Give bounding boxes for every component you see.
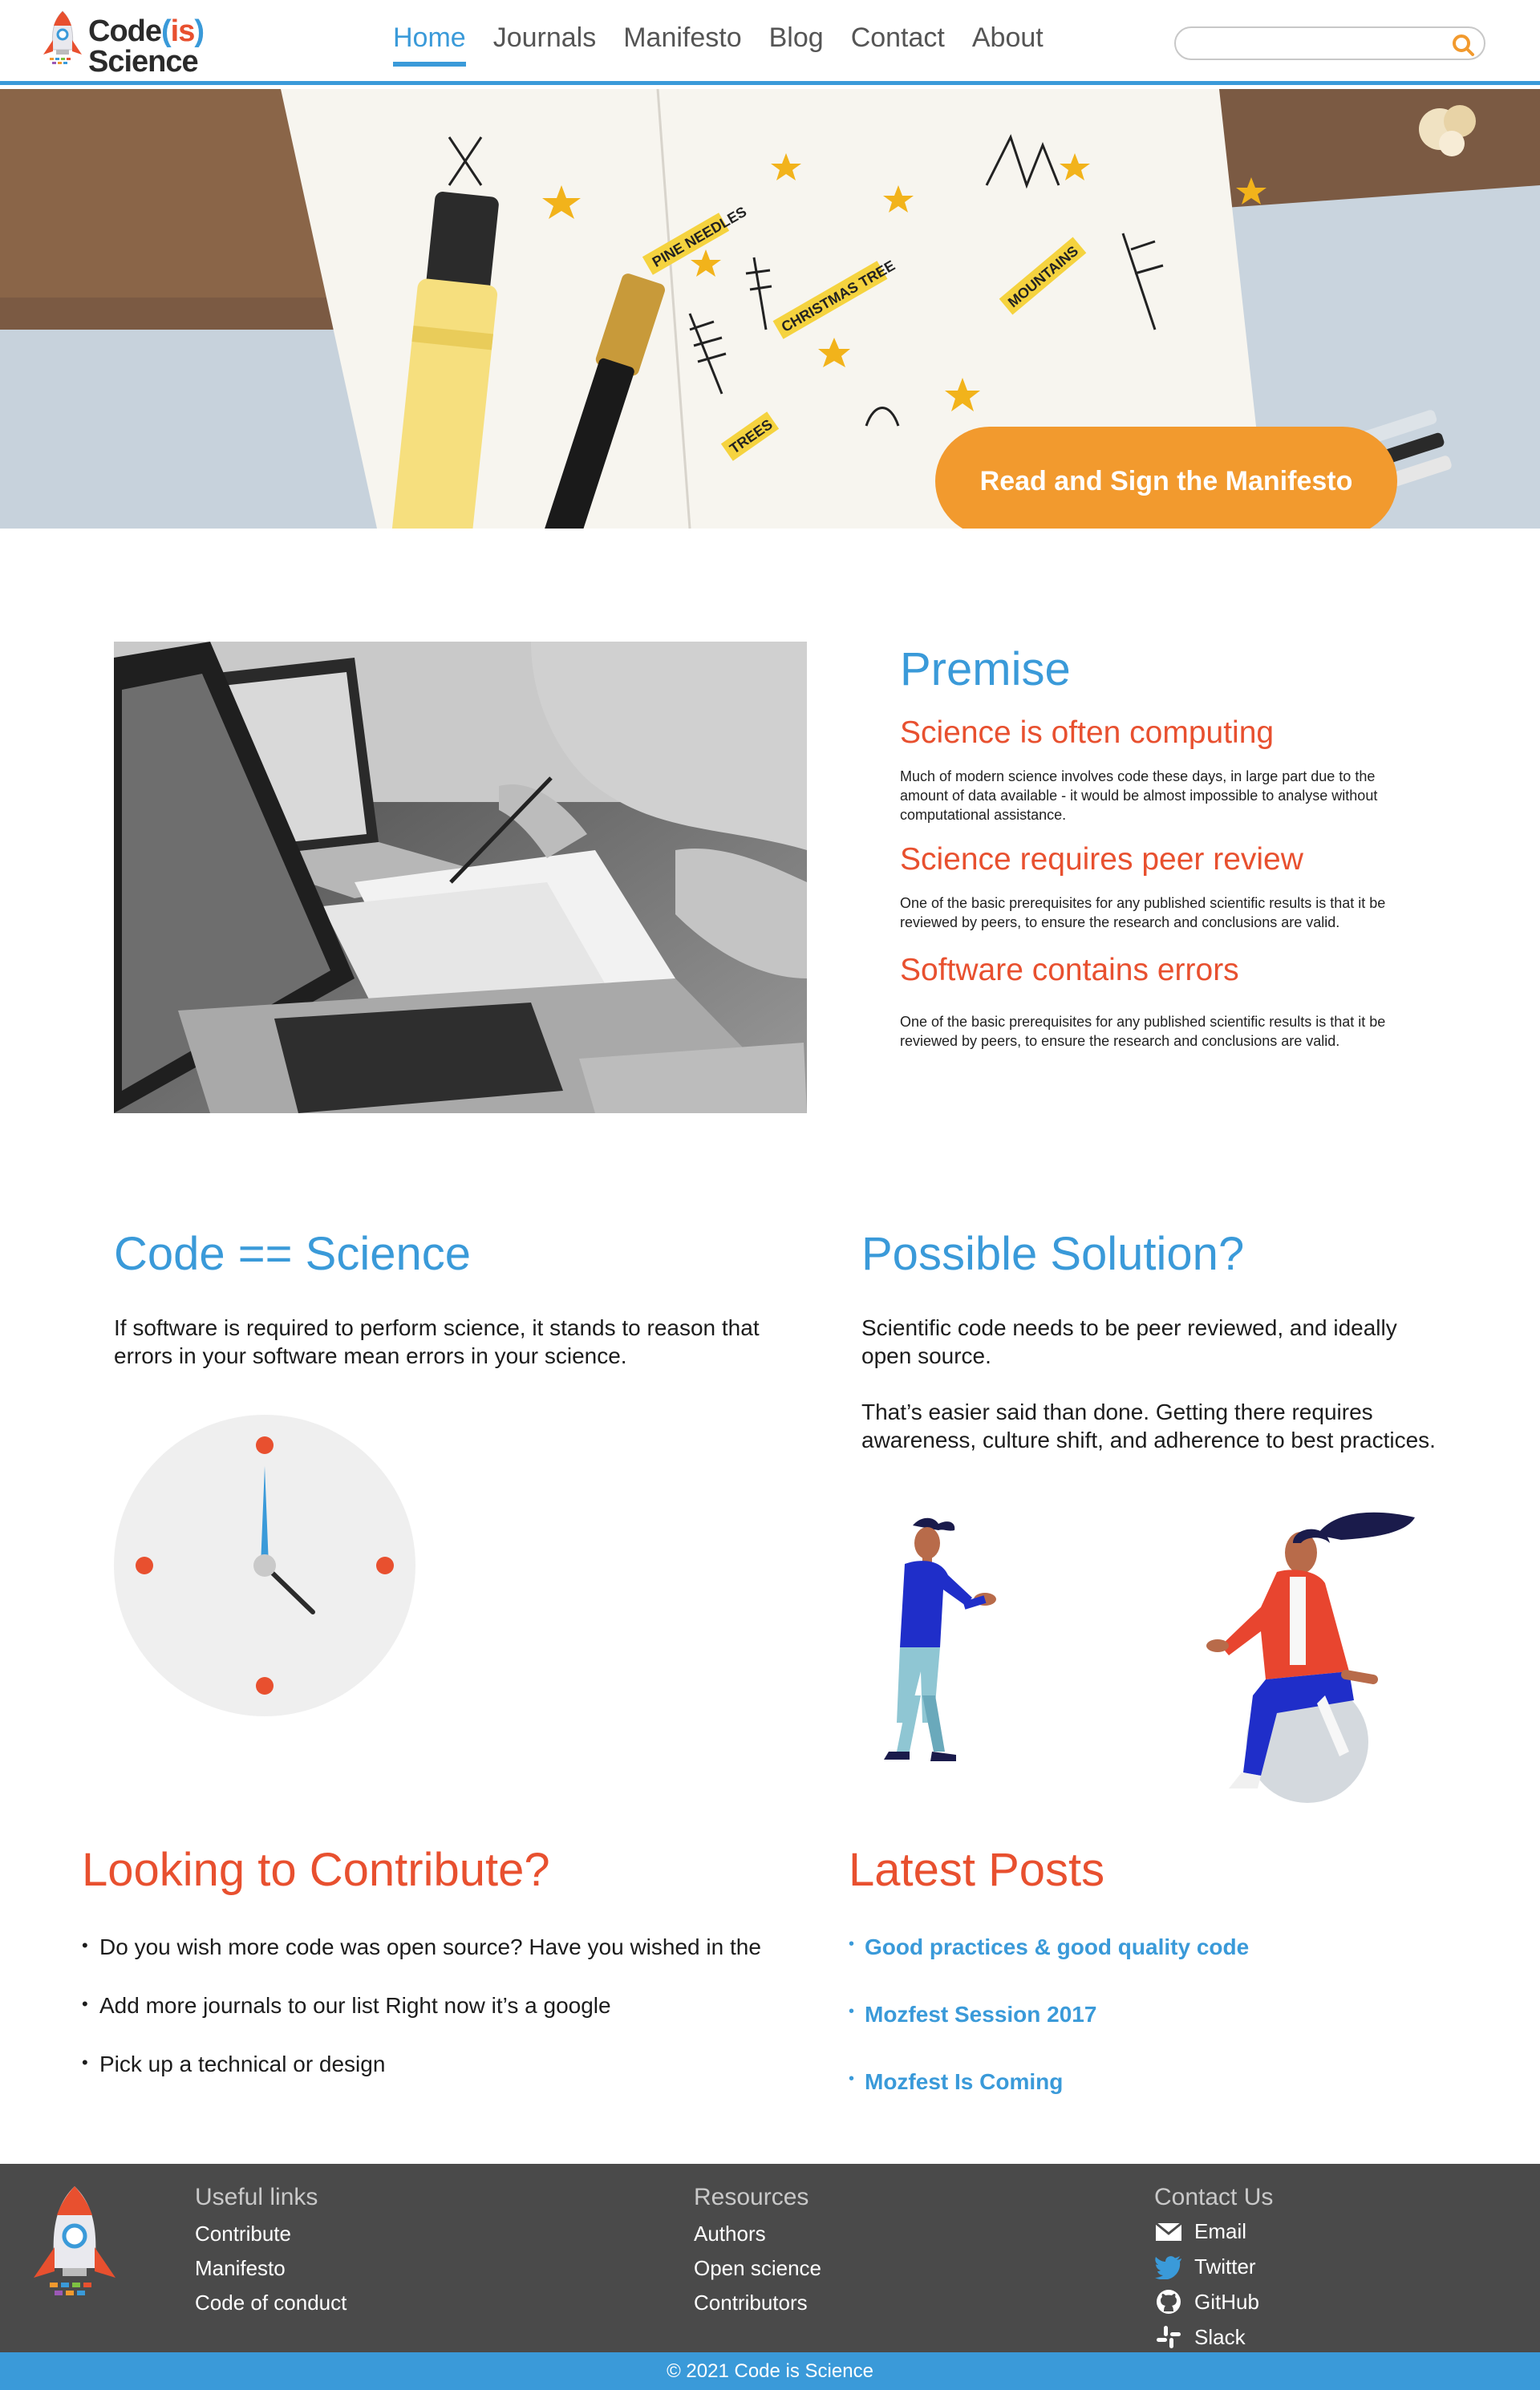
list-item: Add more journals to our list Right now … — [82, 1990, 804, 2020]
site-logo[interactable]: Code(is) Science — [38, 8, 223, 77]
rocket-logo-icon — [43, 10, 82, 64]
footer-link-open-science[interactable]: Open science — [694, 2251, 821, 2286]
contact-email[interactable]: Email — [1154, 2214, 1273, 2249]
premise-text-errors: One of the basic prerequisites for any p… — [900, 1014, 1386, 1049]
premise-heading-computing: Science is often computing — [900, 715, 1275, 750]
logo-paren-close: ) — [194, 14, 205, 48]
nav-manifesto[interactable]: Manifesto — [623, 22, 741, 67]
logo-word-science: Science — [88, 45, 199, 79]
rocket-icon — [34, 2186, 116, 2295]
premise-heading-errors: Software contains errors — [900, 953, 1239, 987]
solution-title: Possible Solution? — [861, 1228, 1245, 1280]
search-input[interactable] — [1189, 33, 1445, 55]
latest-posts-title: Latest Posts — [849, 1844, 1105, 1896]
premise-text-computing: Much of modern science involves code the… — [900, 768, 1378, 823]
nav-blog[interactable]: Blog — [769, 22, 824, 67]
footer-resources-title: Resources — [694, 2184, 809, 2210]
solution-text-2: That’s easier said than done. Getting th… — [861, 1400, 1436, 1452]
code-science-section: Code == Science If software is required … — [114, 1224, 772, 1370]
premise-title: Premise — [900, 643, 1071, 695]
footer-link-contribute[interactable]: Contribute — [195, 2217, 346, 2251]
post-link[interactable]: Mozfest Is Coming — [865, 2069, 1063, 2094]
logo-wordmark: Code(is) Science — [88, 14, 205, 79]
email-icon — [1155, 2222, 1182, 2241]
solution-text-1: Scientific code needs to be peer reviewe… — [861, 1315, 1397, 1368]
code-science-title: Code == Science — [114, 1228, 471, 1280]
latest-posts-section: Latest Posts Good practices & good quali… — [849, 1840, 1426, 2135]
site-header: Code(is) Science Home Journals Manifesto… — [0, 0, 1540, 85]
contact-slack-label: Slack — [1194, 2325, 1246, 2349]
post-link[interactable]: Mozfest Session 2017 — [865, 2002, 1096, 2027]
contact-email-label: Email — [1194, 2219, 1247, 2243]
premise-section: Premise Science is often computing Much … — [900, 642, 1413, 1051]
latest-posts-list: Good practices & good quality code Mozfe… — [849, 1930, 1426, 2100]
slack-icon — [1157, 2326, 1181, 2348]
hero-banner: PINE NEEDLES CHRISTMAS TREE MOUNTAINS TR… — [0, 89, 1540, 529]
nav-home[interactable]: Home — [393, 22, 466, 67]
footer-useful-links-title: Useful links — [195, 2184, 318, 2210]
contribute-section: Looking to Contribute? Do you wish more … — [82, 1840, 804, 2108]
github-icon — [1157, 2290, 1181, 2314]
premise-text-peer-review: One of the basic prerequisites for any p… — [900, 895, 1386, 930]
search-box — [1174, 26, 1485, 60]
nav-contact[interactable]: Contact — [851, 22, 945, 67]
laptop-photo-graphic — [114, 642, 807, 1113]
copyright-bar: © 2021 Code is Science — [0, 2352, 1540, 2390]
nav-about[interactable]: About — [972, 22, 1044, 67]
search-icon[interactable] — [1450, 32, 1476, 58]
people-illustration — [884, 1512, 1415, 1803]
nav-journals[interactable]: Journals — [493, 22, 597, 67]
footer-contact-title: Contact Us — [1154, 2184, 1274, 2210]
code-science-text: If software is required to perform scien… — [114, 1315, 760, 1368]
clock-illustration — [114, 1415, 415, 1716]
footer-resources: Resources Authors Open science Contribut… — [694, 2181, 821, 2320]
contact-twitter[interactable]: Twitter — [1154, 2249, 1273, 2284]
solution-section: Possible Solution? Scientific code needs… — [861, 1224, 1439, 1454]
contribute-title: Looking to Contribute? — [82, 1844, 550, 1896]
post-link[interactable]: Good practices & good quality code — [865, 1934, 1249, 1959]
list-item: Mozfest Session 2017 — [849, 1997, 1426, 2033]
contact-github[interactable]: GitHub — [1154, 2284, 1273, 2319]
footer-contact: Contact Us Email Twitter GitHub Slack — [1154, 2181, 1273, 2355]
main-nav: Home Journals Manifesto Blog Contact Abo… — [393, 22, 1044, 67]
laptop-photo — [114, 642, 807, 1113]
footer-link-manifesto[interactable]: Manifesto — [195, 2251, 346, 2286]
twitter-icon — [1155, 2256, 1181, 2279]
contact-github-label: GitHub — [1194, 2290, 1259, 2314]
contact-twitter-label: Twitter — [1194, 2254, 1256, 2279]
sign-manifesto-button[interactable]: Read and Sign the Manifesto — [935, 427, 1397, 529]
contact-slack[interactable]: Slack — [1154, 2319, 1273, 2355]
site-footer: Useful links Contribute Manifesto Code o… — [0, 2164, 1540, 2352]
logo-word-code: Code — [88, 14, 162, 48]
list-item: Pick up a technical or design — [82, 2048, 804, 2079]
contribute-list: Do you wish more code was open source? H… — [82, 1931, 804, 2079]
footer-link-authors[interactable]: Authors — [694, 2217, 821, 2251]
logo-paren-open: ( — [161, 14, 172, 48]
footer-link-code-of-conduct[interactable]: Code of conduct — [195, 2286, 346, 2320]
footer-useful-links: Useful links Contribute Manifesto Code o… — [195, 2181, 346, 2320]
list-item: Do you wish more code was open source? H… — [82, 1931, 804, 1962]
list-item: Mozfest Is Coming — [849, 2064, 1426, 2100]
premise-heading-peer-review: Science requires peer review — [900, 842, 1303, 877]
logo-word-is: is — [170, 14, 196, 48]
list-item: Good practices & good quality code — [849, 1930, 1426, 1966]
footer-link-contributors[interactable]: Contributors — [694, 2286, 821, 2320]
